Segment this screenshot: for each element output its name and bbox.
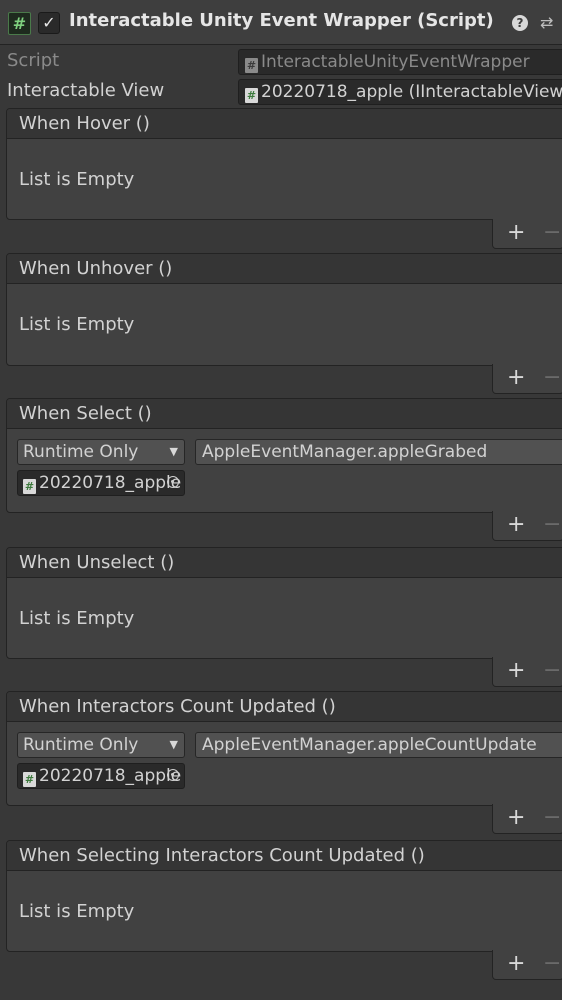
list-buttons: + − bbox=[492, 219, 562, 249]
remove-button[interactable]: − bbox=[543, 219, 561, 247]
script-icon: # bbox=[8, 12, 31, 35]
file-icon: # bbox=[23, 772, 36, 787]
list-buttons: + − bbox=[492, 657, 562, 687]
dropdown-arrow-icon: ▼ bbox=[169, 738, 178, 751]
remove-button[interactable]: − bbox=[543, 364, 561, 392]
target-object-value: 20220718_apple bbox=[39, 473, 182, 493]
event-header: When Hover () bbox=[7, 109, 562, 139]
file-icon: # bbox=[245, 58, 258, 73]
method-value: AppleEventManager.appleGrabed bbox=[202, 442, 488, 462]
call-mode-dropdown[interactable]: Runtime Only ▼ bbox=[17, 732, 185, 758]
interactable-view-field[interactable]: #20220718_apple (IInteractableView bbox=[238, 79, 562, 105]
target-object-field[interactable]: #20220718_apple bbox=[17, 763, 185, 789]
event-header: When Unhover () bbox=[7, 254, 562, 284]
empty-list-text: List is Empty bbox=[19, 169, 135, 190]
event-header: When Interactors Count Updated () bbox=[7, 692, 562, 722]
event-header: When Selecting Interactors Count Updated… bbox=[7, 841, 562, 871]
help-icon[interactable]: ? bbox=[512, 15, 528, 31]
event-when-selecting-interactors-count-updated: When Selecting Interactors Count Updated… bbox=[6, 840, 562, 952]
script-label: Script bbox=[7, 50, 60, 71]
event-header: When Select () bbox=[7, 399, 562, 429]
add-button[interactable]: + bbox=[507, 364, 525, 392]
remove-button[interactable]: − bbox=[543, 804, 561, 832]
component-header: # ✓ Interactable Unity Event Wrapper (Sc… bbox=[0, 0, 562, 45]
call-mode-value: Runtime Only bbox=[23, 735, 139, 755]
script-value: InteractableUnityEventWrapper bbox=[261, 52, 530, 72]
empty-list-text: List is Empty bbox=[19, 608, 135, 629]
event-when-unhover: When Unhover () List is Empty bbox=[6, 253, 562, 366]
component-title[interactable]: Interactable Unity Event Wrapper (Script… bbox=[69, 10, 494, 31]
enabled-checkbox[interactable]: ✓ bbox=[38, 12, 60, 34]
interactable-view-label: Interactable View bbox=[7, 80, 165, 101]
remove-button[interactable]: − bbox=[543, 511, 561, 539]
add-button[interactable]: + bbox=[507, 511, 525, 539]
method-value: AppleEventManager.appleCountUpdate bbox=[202, 735, 537, 755]
add-button[interactable]: + bbox=[507, 657, 525, 685]
file-icon: # bbox=[245, 88, 258, 103]
method-dropdown[interactable]: AppleEventManager.appleGrabed bbox=[195, 439, 562, 465]
empty-list-text: List is Empty bbox=[19, 314, 135, 335]
target-object-field[interactable]: #20220718_apple bbox=[17, 470, 185, 496]
target-object-value: 20220718_apple bbox=[39, 766, 182, 786]
interactable-view-value: 20220718_apple (IInteractableView bbox=[261, 82, 562, 102]
call-mode-value: Runtime Only bbox=[23, 442, 139, 462]
list-buttons: + − bbox=[492, 950, 562, 980]
list-buttons: + − bbox=[492, 804, 562, 834]
script-field: # InteractableUnityEventWrapper bbox=[238, 49, 562, 75]
empty-list-text: List is Empty bbox=[19, 901, 135, 922]
event-when-hover: When Hover () List is Empty bbox=[6, 108, 562, 220]
remove-button[interactable]: − bbox=[543, 950, 561, 978]
event-when-select: When Select () Runtime Only ▼ AppleEvent… bbox=[6, 398, 562, 513]
remove-button[interactable]: − bbox=[543, 657, 561, 685]
add-button[interactable]: + bbox=[507, 804, 525, 832]
object-picker-icon[interactable] bbox=[167, 476, 179, 488]
list-buttons: + − bbox=[492, 511, 562, 541]
file-icon: # bbox=[23, 479, 36, 494]
event-header: When Unselect () bbox=[7, 548, 562, 578]
event-when-interactors-count-updated: When Interactors Count Updated () Runtim… bbox=[6, 691, 562, 806]
call-mode-dropdown[interactable]: Runtime Only ▼ bbox=[17, 439, 185, 465]
method-dropdown[interactable]: AppleEventManager.appleCountUpdate bbox=[195, 732, 562, 758]
event-when-unselect: When Unselect () List is Empty bbox=[6, 547, 562, 659]
dropdown-arrow-icon: ▼ bbox=[169, 445, 178, 458]
settings-icon[interactable]: ⇄ bbox=[540, 13, 553, 32]
object-picker-icon[interactable] bbox=[167, 769, 179, 781]
add-button[interactable]: + bbox=[507, 950, 525, 978]
add-button[interactable]: + bbox=[507, 219, 525, 247]
list-buttons: + − bbox=[492, 364, 562, 394]
